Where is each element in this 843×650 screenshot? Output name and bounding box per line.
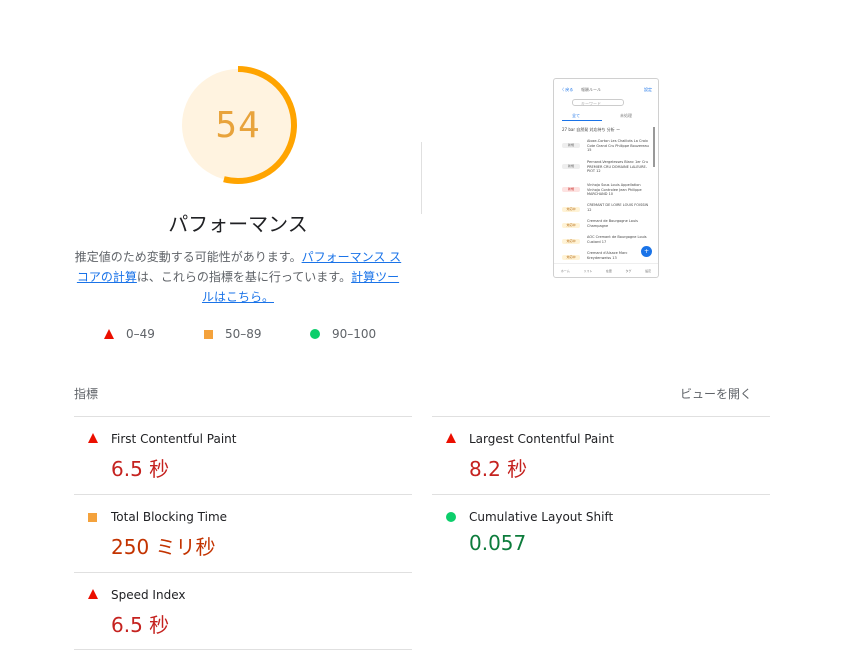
metric-label: Cumulative Layout Shift — [469, 510, 614, 524]
performance-score: 54 — [215, 104, 261, 146]
thumb-tab-all: 全て — [572, 113, 580, 118]
metric-label: First Contentful Paint — [111, 432, 237, 446]
thumb-list-item: 新規 Pernand-Vergelesses Blanc 1er Cru PRE… — [560, 160, 652, 176]
red-triangle-icon — [88, 589, 98, 599]
thumb-scrollbar — [653, 127, 655, 167]
thumb-item-text: AOC Cremant de Bourgogne Louis Custard 1… — [587, 235, 647, 244]
metric-value: 250 ミリ秒 — [111, 535, 216, 559]
red-triangle-icon — [88, 433, 98, 443]
thumb-tab-indicator — [562, 120, 602, 121]
legend-fail: 0–49 — [104, 325, 155, 343]
metric-value: 6.5 秒 — [111, 457, 170, 481]
thumb-list-item: 対応中 AOC Cremant de Bourgogne Louis Custa… — [560, 235, 652, 251]
thumb-item-text: Vinhojo Sous Louis Appellation Vinhojo C… — [587, 183, 642, 197]
metric-total-blocking-time: Total Blocking Time 250 ミリ秒 — [74, 495, 412, 572]
thumb-item-text: Aloxe-Corton Les Chaillots La Croix Cote… — [587, 139, 649, 153]
thumb-item-text: Pernand-Vergelesses Blanc 1er Cru PREMIE… — [587, 160, 649, 174]
red-triangle-icon — [446, 433, 456, 443]
metric-label: Total Blocking Time — [111, 510, 228, 524]
thumb-list-item: 対応中 Cremant de Bourgogne Louis Champagne — [560, 219, 652, 235]
orange-square-icon — [88, 513, 97, 522]
thumb-badge: 新規 — [562, 164, 580, 169]
thumb-badge: 対応中 — [562, 207, 580, 212]
metric-value: 6.5 秒 — [111, 613, 170, 637]
thumb-tab-pending: 未処理 — [620, 113, 632, 118]
legend-pass: 90–100 — [310, 325, 376, 343]
green-circle-icon — [310, 329, 320, 339]
thumb-fab-button: + — [641, 246, 652, 257]
category-title: パフォーマンス — [168, 212, 308, 236]
thumb-list-header: 27 bar 自然発 対応待ち 分析 ー — [562, 127, 621, 132]
description-text: 推定値のため変動する可能性があります。 — [74, 250, 302, 264]
legend-label: 0–49 — [126, 327, 155, 341]
divider — [421, 142, 422, 214]
legend-label: 90–100 — [332, 327, 377, 341]
thumb-bottom-nav: ホーム リスト 在庫 タグ 設定 — [554, 263, 658, 277]
metric-value: 8.2 秒 — [469, 457, 528, 481]
score-description: 推定値のため変動する可能性があります。パフォーマンス スコアの計算は、これらの指… — [72, 247, 404, 307]
thumb-nav-item: タグ — [625, 268, 632, 273]
description-text: は、これらの指標を基に行っています。 — [136, 270, 352, 284]
thumb-item-text: CREMANT DE LOIRE LOUIS FOISSIN 12 — [587, 203, 649, 212]
thumb-title: 報酬ルール — [581, 87, 601, 92]
metric-value: 0.057 — [469, 531, 527, 555]
thumb-back-link: 〈 戻る — [560, 87, 574, 92]
legend-label: 50–89 — [225, 327, 262, 341]
orange-square-icon — [204, 329, 213, 339]
metric-label: Speed Index — [111, 588, 186, 602]
thumb-list-item: 新規 Aloxe-Corton Les Chaillots La Croix C… — [560, 139, 652, 155]
metric-largest-contentful-paint: Largest Contentful Paint 8.2 秒 — [432, 417, 770, 494]
red-triangle-icon — [104, 329, 114, 339]
metric-label: Largest Contentful Paint — [469, 432, 614, 446]
page-screenshot-thumbnail[interactable]: 〈 戻る 報酬ルール 設定 キーワード 全て 未処理 27 bar 自然発 対応… — [553, 78, 659, 278]
thumb-search-input: キーワード — [572, 99, 624, 106]
thumb-settings-link: 設定 — [644, 87, 652, 92]
metric-speed-index: Speed Index 6.5 秒 — [74, 573, 412, 650]
thumb-nav-item: 在庫 — [605, 268, 612, 273]
thumb-nav-item: リスト — [583, 268, 593, 273]
metrics-heading: 指標 — [74, 387, 99, 401]
legend-average: 50–89 — [204, 325, 262, 343]
thumb-nav-item: 設定 — [645, 268, 652, 273]
thumb-badge: 新規 — [562, 143, 580, 148]
thumb-badge: 新規 — [562, 187, 580, 192]
metric-cumulative-layout-shift: Cumulative Layout Shift 0.057 — [432, 495, 770, 572]
thumb-badge: 対応中 — [562, 239, 580, 244]
green-circle-icon — [446, 512, 456, 522]
thumb-badge: 対応中 — [562, 223, 580, 228]
thumb-badge: 対応中 — [562, 255, 580, 260]
thumb-nav-item: ホーム — [560, 268, 570, 273]
thumb-list-item: 対応中 CREMANT DE LOIRE LOUIS FOISSIN 12 — [560, 203, 652, 219]
thumb-list-item: 新規 Vinhojo Sous Louis Appellation Vinhoj… — [560, 183, 652, 199]
open-view-toggle[interactable]: ビューを開く — [680, 385, 752, 402]
thumb-item-text: Cremant de Bourgogne Louis Champagne — [587, 219, 638, 228]
metric-first-contentful-paint: First Contentful Paint 6.5 秒 — [74, 417, 412, 494]
